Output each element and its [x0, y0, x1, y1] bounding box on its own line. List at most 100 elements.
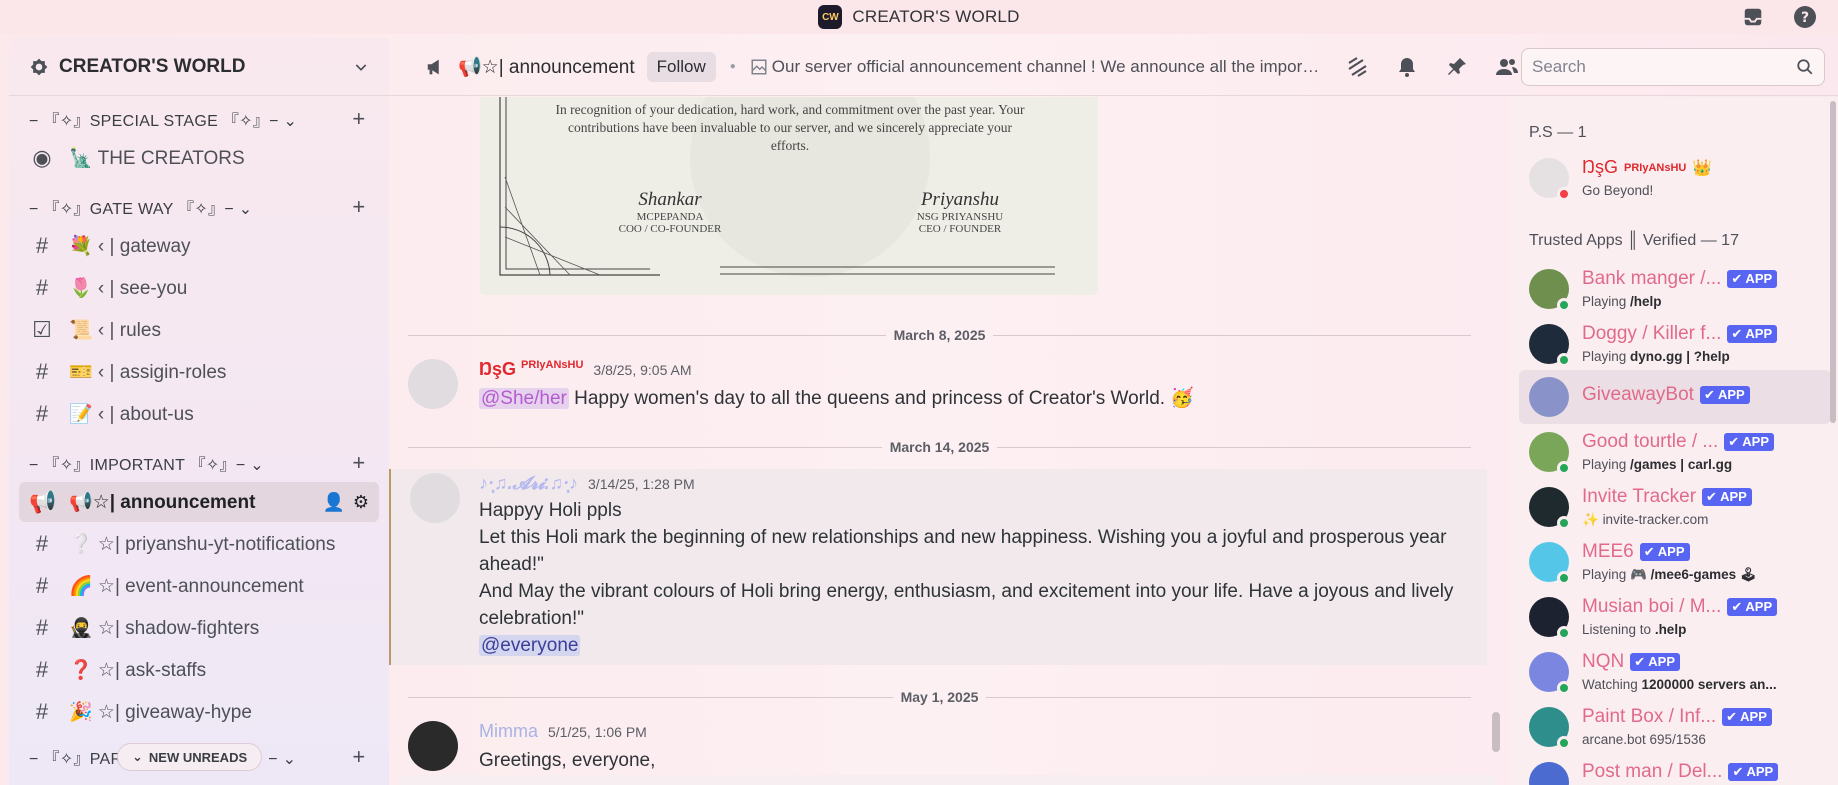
- online-status-icon: [1557, 571, 1571, 585]
- verified-app-badge: ✔ APP: [1639, 543, 1690, 561]
- verified-app-badge: ✔ APP: [1722, 708, 1772, 726]
- avatar: [1529, 377, 1569, 417]
- add-channel-icon[interactable]: +: [349, 450, 369, 476]
- message-list: In recognition of your dedication, hard …: [389, 97, 1508, 785]
- server-header[interactable]: CREATOR'S WORLD: [9, 38, 389, 96]
- chevron-down-icon: ⌄: [132, 749, 143, 764]
- member-app[interactable]: Invite Tracker ✔ APP ✨ invite-tracker.com: [1519, 480, 1831, 534]
- threads-icon[interactable]: [1344, 54, 1370, 80]
- svg-text:?: ?: [1801, 10, 1809, 26]
- server-logo-icon: CW: [818, 5, 843, 29]
- text-channel-icon: #: [35, 531, 49, 556]
- text-channel-icon: #: [35, 573, 49, 598]
- stage-icon: ◉: [32, 145, 52, 170]
- text-channel-icon: #: [35, 615, 49, 640]
- avatar[interactable]: [410, 473, 460, 523]
- add-channel-icon[interactable]: +: [349, 194, 369, 220]
- add-channel-icon[interactable]: +: [349, 744, 369, 770]
- member-app[interactable]: GiveawayBot ✔ APP: [1519, 370, 1831, 424]
- message[interactable]: ♪·̩͙♫.𝓐𝓻𝓲.♫·̩͙♪ 3/14/25, 1:28 PM Happyy …: [389, 469, 1487, 665]
- channel-ask-staffs[interactable]: # ❓ ☆| ask-staffs: [19, 650, 379, 690]
- certificate-text: In recognition of your dedication, hard …: [555, 102, 1025, 153]
- channel-shadow-fighters[interactable]: # 🥷 ☆| shadow-fighters: [19, 608, 379, 648]
- channel-priyanshu-yt-notifications[interactable]: # ❔ ☆| priyanshu-yt-notifications: [19, 524, 379, 564]
- channel-topic[interactable]: Our server official announcement channel…: [772, 57, 1324, 77]
- online-status-icon: [1557, 736, 1571, 750]
- server-name: CREATOR'S WORLD: [59, 55, 246, 77]
- channel-rules[interactable]: ☑ 📜 ‹ | rules: [19, 310, 379, 350]
- signer-coo: Shankar MCPEPANDA COO / CO-FOUNDER: [618, 189, 722, 235]
- verified-app-badge: ✔ APP: [1630, 653, 1680, 671]
- online-status-icon: [1557, 353, 1571, 367]
- inbox-icon[interactable]: [1740, 4, 1766, 30]
- member-app[interactable]: MEE6 ✔ APP Playing 🎮 /mee6-games 🕹: [1519, 535, 1831, 589]
- chevron-down-icon[interactable]: [353, 59, 369, 75]
- rules-icon: ☑: [32, 317, 52, 342]
- follow-button[interactable]: Follow: [646, 51, 716, 82]
- category-important[interactable]: − 『✧』IMPORTANT 『✧』− ⌄ +: [9, 446, 389, 480]
- add-channel-icon[interactable]: +: [349, 106, 369, 132]
- new-unreads-button[interactable]: ⌄ NEW UNREADS: [117, 743, 263, 771]
- member-app[interactable]: Good tourtle / ... ✔ APP Playing /games |…: [1519, 425, 1831, 479]
- avatar: [1529, 762, 1569, 785]
- member-app[interactable]: NQN ✔ APP Watching 1200000 servers an...: [1519, 645, 1831, 699]
- channel-about-us[interactable]: # 📝 ‹ | about-us: [19, 394, 379, 434]
- message-content: @She/her Happy women's day to all the qu…: [479, 388, 1194, 409]
- member-list-scrollbar[interactable]: [1830, 101, 1836, 423]
- member-app[interactable]: Bank manger /... ✔ APP Playing /help: [1519, 262, 1831, 316]
- channel-event-announcement[interactable]: # 🌈 ☆| event-announcement: [19, 566, 379, 606]
- message-composer[interactable]: [400, 775, 1498, 785]
- member-app[interactable]: Musian boi / M... ✔ APP Listening to .hel…: [1519, 590, 1831, 644]
- signer-ceo: Priyanshu NSG PRIYANSHU CEO / FOUNDER: [916, 189, 1004, 235]
- date-divider: March 8, 2025: [408, 325, 1471, 345]
- channel-giveaway-hype[interactable]: # 🎉 ☆| giveaway-hype: [19, 692, 379, 732]
- channel-see-you[interactable]: # 🌷 ‹ | see-you: [19, 268, 379, 308]
- avatar[interactable]: [408, 359, 458, 409]
- online-status-icon: [1557, 461, 1571, 475]
- text-channel-icon: #: [35, 657, 49, 682]
- announcement-icon: [427, 59, 439, 74]
- category-gate-way[interactable]: − 『✧』GATE WAY 『✧』− ⌄ +: [9, 190, 389, 224]
- channel-the-creators[interactable]: ◉ 🗽 THE CREATORS: [19, 138, 379, 178]
- member-list: P.S — 1 ŊşG PRIyANsHU 👑 Go Beyond! Trust…: [1509, 97, 1838, 785]
- dnd-status-icon: [1557, 187, 1571, 201]
- text-channel-icon: #: [35, 401, 49, 426]
- message-timestamp: 3/14/25, 1:28 PM: [588, 476, 695, 492]
- message-author[interactable]: Mimma: [479, 721, 538, 742]
- channel-assigin-roles[interactable]: # 🎫 ‹ | assigin-roles: [19, 352, 379, 392]
- member-app[interactable]: Doggy / Killer f... ✔ APP Playing dyno.gg…: [1519, 317, 1831, 371]
- invite-member-icon[interactable]: 👤: [322, 492, 344, 513]
- verified-app-badge: ✔ APP: [1699, 386, 1750, 404]
- channel-title: 📢☆| announcement: [458, 56, 635, 78]
- verified-app-badge: ✔ APP: [1724, 433, 1775, 451]
- bell-icon[interactable]: [1394, 54, 1420, 80]
- member-app[interactable]: Post man / Del... ✔ APP: [1519, 755, 1831, 785]
- member-app[interactable]: Paint Box / Inf... ✔ APP arcane.bot 695/1…: [1519, 700, 1831, 754]
- message-timestamp: 5/1/25, 1:06 PM: [548, 724, 647, 740]
- date-divider: March 14, 2025: [408, 437, 1471, 457]
- channel-gateway[interactable]: # 💐 ‹ | gateway: [19, 226, 379, 266]
- message-author[interactable]: ŊşG PRIyANsHU: [479, 359, 583, 380]
- role-section-header: P.S — 1: [1529, 124, 1587, 141]
- announcement-icon: 📢: [29, 489, 57, 514]
- role-mention[interactable]: @She/her: [479, 388, 569, 409]
- category-special-stage[interactable]: − 『✧』SPECIAL STAGE 『✧』− ⌄ +: [9, 102, 389, 136]
- server-boost-icon: [30, 58, 48, 75]
- member-list-icon[interactable]: [1494, 54, 1520, 80]
- gear-icon[interactable]: ⚙: [353, 492, 369, 513]
- window-titlebar: CW CREATOR'S WORLD ?: [0, 0, 1838, 34]
- pin-icon[interactable]: [1444, 54, 1470, 80]
- message-scrollbar[interactable]: [1492, 712, 1500, 752]
- search-input[interactable]: Search: [1521, 48, 1825, 86]
- certificate-image[interactable]: In recognition of your dedication, hard …: [480, 97, 1098, 295]
- online-status-icon: [1557, 626, 1571, 640]
- member-owner[interactable]: ŊşG PRIyANsHU 👑 Go Beyond!: [1519, 151, 1831, 205]
- avatar[interactable]: [408, 721, 458, 771]
- message-content: Happyy Holi ppls Let this Holi mark the …: [479, 500, 1454, 656]
- role-section-header: Trusted Apps ║ Verified — 17: [1529, 232, 1739, 249]
- channel-announcement[interactable]: 📢 📢☆| announcement 👤 ⚙: [19, 482, 379, 522]
- message-timestamp: 3/8/25, 9:05 AM: [593, 362, 692, 378]
- help-icon[interactable]: ?: [1792, 4, 1818, 30]
- everyone-mention[interactable]: @everyone: [479, 635, 581, 656]
- message-author[interactable]: ♪·̩͙♫.𝓐𝓻𝓲.♫·̩͙♪: [479, 473, 578, 494]
